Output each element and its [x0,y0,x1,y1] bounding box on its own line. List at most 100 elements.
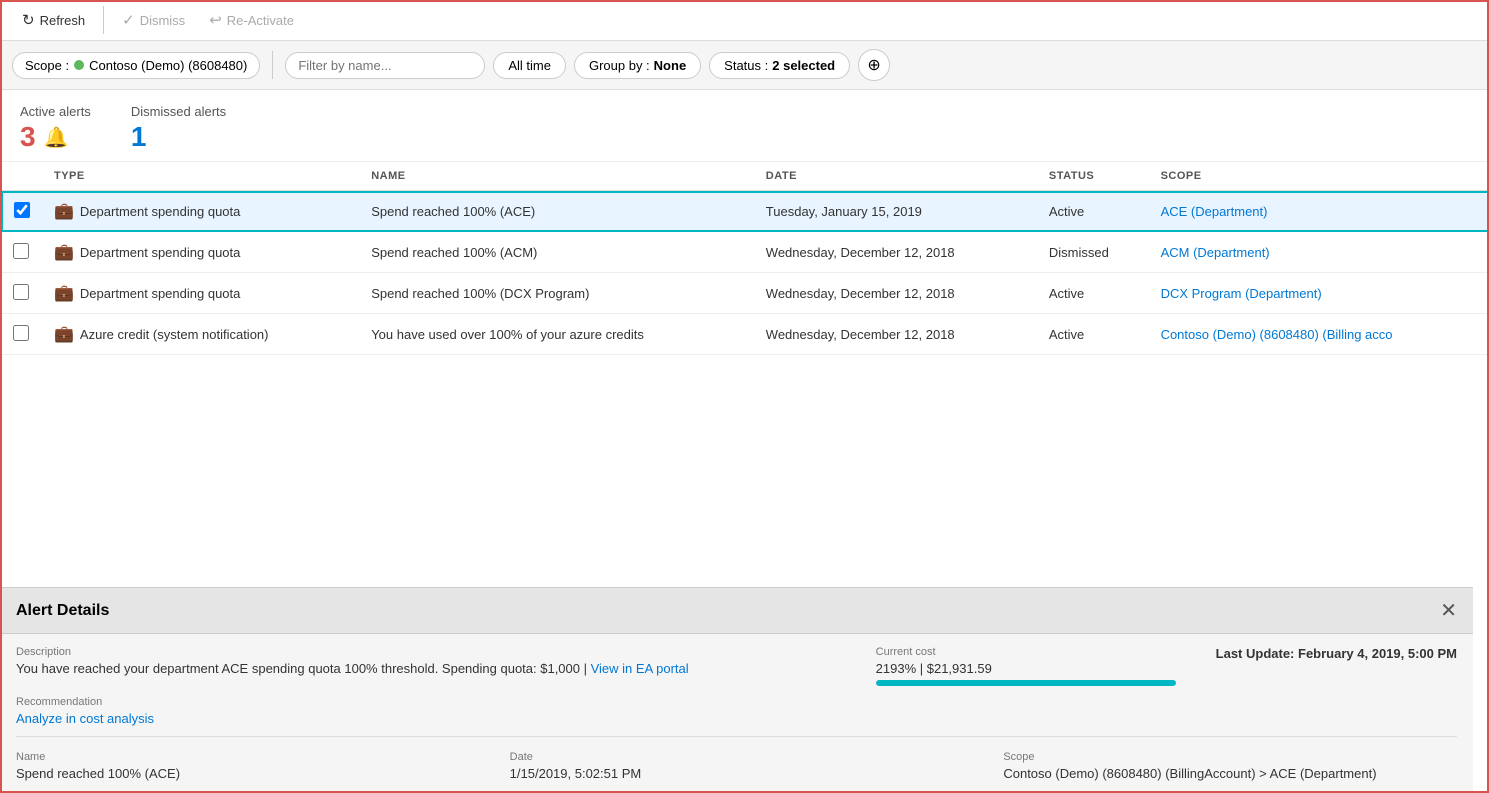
row-scope[interactable]: DCX Program (Department) [1149,273,1489,314]
table-header-row: TYPE NAME DATE STATUS SCOPE [1,162,1489,191]
description-section: Description You have reached your depart… [16,646,836,686]
cost-bar [876,680,1176,686]
row-type: 💼Department spending quota [42,232,359,273]
recommendation-section: Recommendation Analyze in cost analysis [16,696,1457,726]
bell-icon: 🔔 [44,125,69,150]
row-status: Active [1037,273,1149,314]
alert-details-body: Description You have reached your depart… [0,634,1473,793]
row-checkbox-cell [1,191,42,232]
close-alert-details-button[interactable]: ✕ [1440,598,1457,623]
status-filter[interactable]: Status : 2 selected [709,52,850,79]
view-ea-portal-link[interactable]: View in EA portal [591,661,689,676]
reactivate-icon: ↩ [209,11,222,29]
dismissed-alerts-block: Dismissed alerts 1 [131,104,226,151]
table-row[interactable]: 💼Department spending quotaSpend reached … [1,273,1489,314]
row-name: Spend reached 100% (ACM) [359,232,754,273]
dismiss-button[interactable]: ✓ Dismiss [112,6,195,34]
alert-name-value: Spend reached 100% (ACE) [16,766,470,781]
alert-date-section: Date 1/15/2019, 5:02:51 PM [510,751,964,781]
table-row[interactable]: 💼Department spending quotaSpend reached … [1,191,1489,232]
bottom-details: Name Spend reached 100% (ACE) Date 1/15/… [16,745,1457,781]
col-date: DATE [754,162,1037,191]
alert-name-label: Name [16,751,470,763]
check-icon: ✓ [122,11,135,29]
alert-details-header: Alert Details ✕ [0,588,1473,634]
scope-value: Contoso (Demo) (8608480) [89,58,247,73]
row-checkbox-cell [1,273,42,314]
last-update-text: Last Update: February 4, 2019, 5:00 PM [1216,646,1457,661]
summary-section: Active alerts 3 🔔 Dismissed alerts 1 [0,90,1489,162]
row-checkbox[interactable] [13,243,29,259]
scope-link[interactable]: Contoso (Demo) (8608480) (Billing acco [1161,327,1393,342]
type-icon: 💼 [54,326,74,343]
alert-scope-section: Scope Contoso (Demo) (8608480) (BillingA… [1003,751,1457,781]
reactivate-button[interactable]: ↩ Re-Activate [199,6,304,34]
row-status: Active [1037,191,1149,232]
alert-details-title: Alert Details [16,602,109,620]
row-status: Active [1037,314,1149,355]
scope-link[interactable]: DCX Program (Department) [1161,286,1322,301]
col-scope: SCOPE [1149,162,1489,191]
alltime-filter[interactable]: All time [493,52,566,79]
row-checkbox-cell [1,232,42,273]
alert-scope-value: Contoso (Demo) (8608480) (BillingAccount… [1003,766,1457,781]
col-status: STATUS [1037,162,1149,191]
row-scope[interactable]: ACM (Department) [1149,232,1489,273]
type-icon: 💼 [54,285,74,302]
toolbar: ↻ Refresh ✓ Dismiss ↩ Re-Activate [0,0,1489,41]
alert-date-value: 1/15/2019, 5:02:51 PM [510,766,964,781]
table-row[interactable]: 💼Department spending quotaSpend reached … [1,232,1489,273]
row-name: You have used over 100% of your azure cr… [359,314,754,355]
row-checkbox[interactable] [14,202,30,218]
current-cost-section: Current cost 2193% | $21,931.59 [876,646,1176,686]
row-type: 💼Department spending quota [42,273,359,314]
toolbar-separator [103,6,104,34]
refresh-button[interactable]: ↻ Refresh [12,6,95,34]
row-date: Wednesday, December 12, 2018 [754,273,1037,314]
row-name: Spend reached 100% (ACE) [359,191,754,232]
row-name: Spend reached 100% (DCX Program) [359,273,754,314]
current-cost-label: Current cost [876,646,1176,658]
refresh-icon: ↻ [22,11,35,29]
current-cost-value: 2193% | $21,931.59 [876,661,1176,676]
scope-link[interactable]: ACE (Department) [1161,204,1268,219]
analyze-cost-analysis-link[interactable]: Analyze in cost analysis [16,711,154,726]
row-type: 💼Department spending quota [42,191,359,232]
scope-label: Scope : [25,58,69,73]
row-scope[interactable]: ACE (Department) [1149,191,1489,232]
type-icon: 💼 [54,203,74,220]
row-checkbox[interactable] [13,325,29,341]
alerts-table: TYPE NAME DATE STATUS SCOPE 💼Department … [0,162,1489,355]
last-update-section: Last Update: February 4, 2019, 5:00 PM [1216,646,1457,686]
recommendation-label: Recommendation [16,696,1457,708]
scope-button[interactable]: Scope : Contoso (Demo) (8608480) [12,52,260,79]
scope-link[interactable]: ACM (Department) [1161,245,1270,260]
active-alerts-block: Active alerts 3 🔔 [20,104,91,151]
groupby-filter[interactable]: Group by : None [574,52,701,79]
name-filter-input[interactable] [285,52,485,79]
col-checkbox [1,162,42,191]
dismissed-alerts-label: Dismissed alerts [131,104,226,119]
alert-date-label: Date [510,751,964,763]
filter-bar: Scope : Contoso (Demo) (8608480) All tim… [0,41,1489,90]
row-date: Wednesday, December 12, 2018 [754,232,1037,273]
add-filter-icon: ⊕ [867,55,880,75]
row-scope[interactable]: Contoso (Demo) (8608480) (Billing acco [1149,314,1489,355]
type-icon: 💼 [54,244,74,261]
alerts-table-container: TYPE NAME DATE STATUS SCOPE 💼Department … [0,162,1489,355]
row-checkbox[interactable] [13,284,29,300]
cost-bar-container [876,680,1176,686]
description-text: You have reached your department ACE spe… [16,661,836,676]
dismissed-alerts-count: 1 [131,123,147,151]
row-status: Dismissed [1037,232,1149,273]
col-type: TYPE [42,162,359,191]
col-name: NAME [359,162,754,191]
alert-scope-label: Scope [1003,751,1457,763]
active-alerts-count: 3 [20,123,36,151]
scope-indicator [74,60,84,70]
add-filter-button[interactable]: ⊕ [858,49,890,81]
table-row[interactable]: 💼Azure credit (system notification)You h… [1,314,1489,355]
row-checkbox-cell [1,314,42,355]
row-type: 💼Azure credit (system notification) [42,314,359,355]
row-date: Wednesday, December 12, 2018 [754,314,1037,355]
